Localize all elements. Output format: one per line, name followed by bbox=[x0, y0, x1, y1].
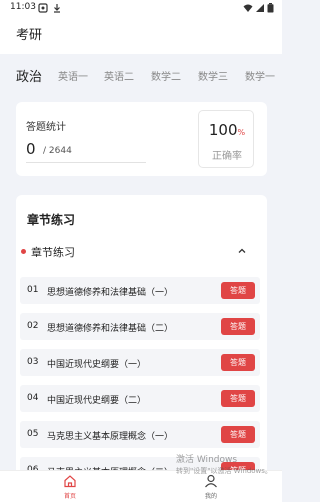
status-time: 11:03 bbox=[10, 2, 36, 12]
chapter-name: 马克思主义基本原理概念（一） bbox=[47, 432, 174, 442]
status-bar: 11:03 bbox=[0, 0, 282, 16]
nav-home-label: 首页 bbox=[63, 493, 76, 500]
nav-profile-label: 我的 bbox=[204, 493, 217, 500]
answer-button[interactable]: 答题 bbox=[221, 282, 255, 299]
answer-button[interactable]: 答题 bbox=[221, 354, 255, 371]
tab-politics[interactable]: 政治 bbox=[16, 66, 42, 85]
download-icon bbox=[54, 4, 60, 13]
stats-divider bbox=[26, 162, 146, 163]
chapter-number: 02 bbox=[27, 321, 39, 331]
notification-icon bbox=[38, 3, 48, 13]
nav-profile[interactable]: 我的 bbox=[191, 474, 231, 502]
answer-button[interactable]: 答题 bbox=[221, 318, 255, 335]
chapter-name: 中国近现代史纲要（二） bbox=[47, 396, 147, 406]
tab-english-2[interactable]: 英语二 bbox=[104, 68, 134, 83]
chapter-name: 思想道德修养和法律基础（二） bbox=[47, 324, 174, 334]
stats-title: 答题统计 bbox=[26, 122, 66, 133]
accuracy-value: 100% bbox=[199, 121, 255, 139]
chapter-name: 思想道德修养和法律基础（一） bbox=[47, 288, 174, 298]
watermark-title: 激活 Windows bbox=[176, 455, 238, 465]
bullet-dot-icon bbox=[21, 249, 26, 254]
chapter-number: 04 bbox=[27, 393, 39, 403]
tab-math-1[interactable]: 数学一 bbox=[245, 68, 275, 83]
chapter-group-title: 章节练习 bbox=[31, 246, 75, 259]
chapter-name: 中国近现代史纲要（一） bbox=[47, 360, 147, 370]
chapter-number: 01 bbox=[27, 285, 39, 295]
total-count: / 2644 bbox=[43, 146, 72, 156]
answered-count: 0 bbox=[26, 140, 36, 158]
accuracy-label: 正确率 bbox=[212, 151, 242, 162]
home-icon bbox=[64, 475, 76, 488]
section-heading: 章节练习 bbox=[27, 213, 76, 227]
accuracy-unit: % bbox=[237, 128, 246, 137]
tab-math-2[interactable]: 数学二 bbox=[151, 68, 181, 83]
watermark-subtitle: 转到"设置"以激活 Windows。 bbox=[176, 467, 272, 475]
page-title: 考研 bbox=[16, 28, 43, 43]
nav-home[interactable]: 首页 bbox=[50, 474, 90, 502]
accuracy-box: 100% 正确率 bbox=[198, 110, 254, 168]
chapter-row[interactable]: 03 中国近现代史纲要（一） 答题 bbox=[20, 349, 260, 376]
chapter-group-header[interactable]: 章节练习 bbox=[16, 241, 267, 263]
tab-english-1[interactable]: 英语一 bbox=[58, 68, 88, 83]
subject-tabs: 政治 英语一 英语二 数学二 数学三 数学一 bbox=[0, 60, 282, 92]
chapter-row[interactable]: 02 思想道德修养和法律基础（二） 答题 bbox=[20, 313, 260, 340]
answer-button[interactable]: 答题 bbox=[221, 426, 255, 443]
chapter-number: 05 bbox=[27, 429, 39, 439]
app-header: 考研 bbox=[0, 16, 282, 54]
activation-watermark: 激活 Windows 转到"设置"以激活 Windows。 bbox=[176, 455, 272, 477]
wifi-icon bbox=[243, 4, 253, 12]
chapter-row[interactable]: 01 思想道德修养和法律基础（一） 答题 bbox=[20, 277, 260, 304]
chapter-number: 03 bbox=[27, 357, 39, 367]
battery-icon bbox=[267, 3, 274, 13]
tab-math-3[interactable]: 数学三 bbox=[198, 68, 228, 83]
stats-card: 答题统计 0 / 2644 100% 正确率 bbox=[16, 102, 267, 176]
answer-button[interactable]: 答题 bbox=[221, 390, 255, 407]
accuracy-number: 100 bbox=[208, 121, 238, 139]
chapter-row[interactable]: 04 中国近现代史纲要（二） 答题 bbox=[20, 385, 260, 412]
signal-icon bbox=[256, 4, 264, 12]
chapter-row[interactable]: 05 马克思主义基本原理概念（一） 答题 bbox=[20, 421, 260, 448]
chevron-up-icon[interactable] bbox=[236, 245, 248, 257]
chapter-practice-card: 章节练习 章节练习 01 思想道德修养和法律基础（一） 答题 02 思想道德修养… bbox=[16, 195, 267, 495]
